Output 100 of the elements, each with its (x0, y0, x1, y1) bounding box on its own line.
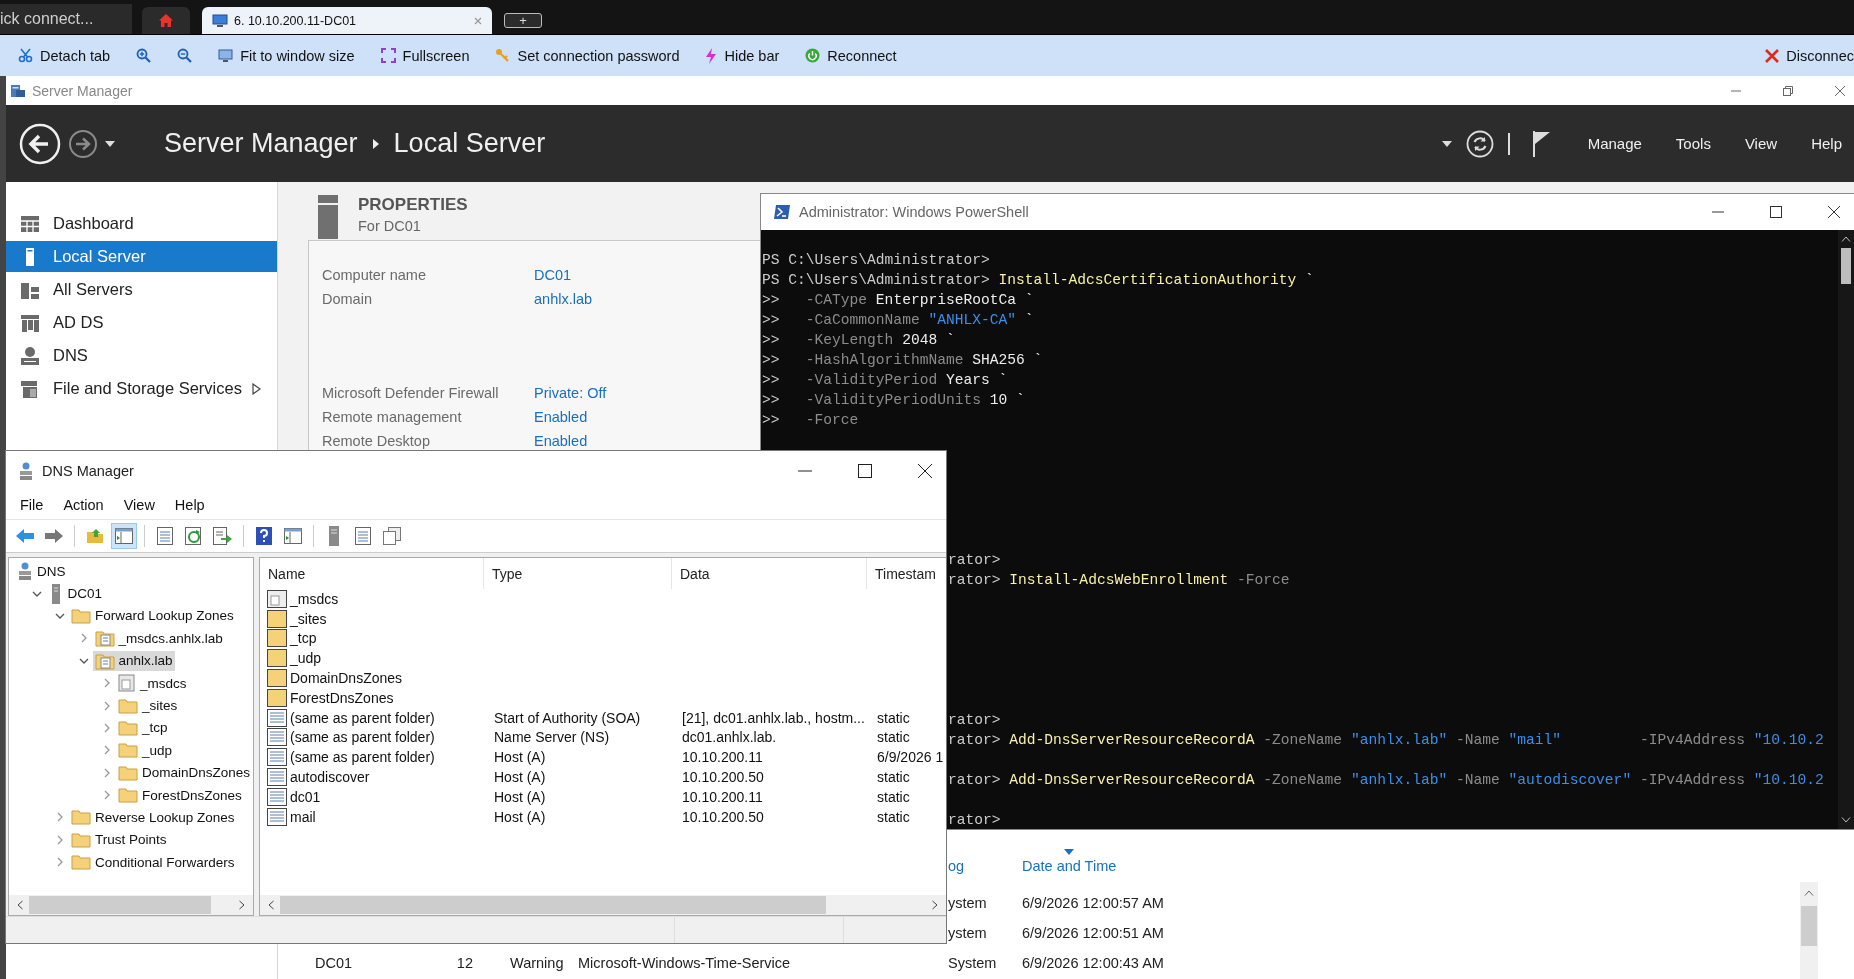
submenu-arrow-icon[interactable] (251, 382, 261, 395)
property-link[interactable]: Enabled (534, 433, 588, 449)
restore-icon[interactable] (1782, 84, 1794, 97)
nav-item[interactable]: DNS (6, 340, 277, 371)
dropdown-icon[interactable] (104, 139, 116, 148)
expand-caret-icon[interactable] (55, 812, 65, 823)
tree-item[interactable]: Forward Lookup Zones (69, 606, 236, 625)
password-button[interactable]: Set connection password (495, 47, 680, 64)
expand-caret-icon[interactable] (102, 790, 112, 801)
scroll-up-icon[interactable] (1804, 890, 1814, 896)
refresh-icon[interactable] (1465, 129, 1494, 158)
tree-item[interactable]: DNS (15, 561, 68, 582)
expand-caret-icon[interactable] (102, 678, 112, 689)
forward-button[interactable] (68, 128, 98, 159)
tree-item[interactable]: _sites (116, 696, 180, 715)
tree-item[interactable]: ForestDnsZones (116, 786, 244, 805)
list-item[interactable]: _sites (260, 609, 484, 628)
scroll-thumb[interactable] (280, 896, 826, 914)
fit-button[interactable]: Fit to window size (218, 47, 355, 64)
close-icon[interactable] (918, 464, 932, 478)
scroll-left-icon[interactable] (268, 900, 274, 910)
list-item[interactable]: (same as parent folder) (260, 728, 484, 747)
property-link[interactable]: Enabled (534, 409, 588, 425)
scroll-thumb[interactable] (1801, 906, 1817, 946)
quick-connect-field[interactable]: ick connect... (0, 4, 132, 34)
disconnect-button[interactable]: Disconnec (1765, 47, 1854, 64)
flag-icon[interactable] (1531, 129, 1552, 158)
tree-item[interactable]: _tcp (116, 718, 170, 737)
nav-item[interactable]: Local Server (6, 241, 277, 272)
menu-item[interactable]: Manage (1587, 135, 1642, 152)
list-item[interactable]: DomainDnsZones (260, 669, 484, 688)
expand-caret-icon[interactable] (102, 767, 112, 778)
list-item[interactable]: ForestDnsZones (260, 688, 484, 707)
expand-caret-icon[interactable] (102, 700, 112, 711)
tree-item[interactable]: anhlx.lab (92, 650, 175, 671)
list-item[interactable]: (same as parent folder) (260, 748, 484, 767)
hide-button[interactable]: Hide bar (705, 47, 780, 64)
column-header[interactable]: Type (484, 558, 672, 589)
list-item[interactable]: _tcp (260, 629, 484, 648)
breadcrumb-item[interactable]: Server Manager (164, 128, 358, 159)
tree-item[interactable]: Reverse Lookup Zones (69, 808, 237, 827)
expand-caret-icon[interactable] (102, 745, 112, 756)
menu-item[interactable]: View (123, 497, 155, 513)
zoom-in-button[interactable] (136, 48, 152, 63)
new-tab-button[interactable]: + (504, 13, 542, 28)
column-header[interactable]: og (948, 858, 965, 874)
expand-caret-icon[interactable] (55, 857, 65, 868)
tree-item[interactable]: DC01 (45, 582, 104, 605)
reconnect-button[interactable]: Reconnect (805, 47, 897, 64)
tree-button[interactable] (111, 523, 137, 549)
maximize-icon[interactable] (1770, 206, 1782, 218)
horizontal-scrollbar[interactable] (260, 895, 946, 915)
tree-item[interactable]: Trust Points (69, 830, 169, 849)
horizontal-scrollbar[interactable] (9, 895, 253, 915)
tree-item[interactable]: Conditional Forwarders (69, 853, 237, 872)
scroll-up-icon[interactable] (1841, 236, 1851, 242)
column-header[interactable]: Timestam (867, 558, 946, 589)
scroll-left-icon[interactable] (17, 900, 23, 910)
fullscreen-button[interactable]: Fullscreen (380, 47, 470, 64)
expand-caret-icon[interactable] (55, 834, 65, 845)
column-header[interactable]: Date and Time (1022, 849, 1117, 874)
column-header[interactable]: Name (260, 558, 484, 589)
menu-item[interactable]: Tools (1675, 135, 1711, 152)
list-item[interactable]: autodiscover (260, 768, 484, 787)
list-item[interactable]: (same as parent folder) (260, 708, 484, 727)
tree-item[interactable]: DomainDnsZones (116, 763, 253, 782)
nav-item[interactable]: AD DS (6, 307, 277, 338)
property-link[interactable]: DC01 (534, 267, 572, 283)
maximize-icon[interactable] (858, 464, 872, 478)
nav-item[interactable]: File and Storage Services (6, 373, 277, 404)
scroll-down-icon[interactable] (1841, 817, 1851, 823)
scroll-thumb[interactable] (1841, 248, 1851, 284)
home-tab[interactable] (142, 7, 190, 34)
list-item[interactable]: _msdcs (260, 589, 484, 608)
back-button[interactable] (18, 121, 62, 166)
list-item[interactable]: dc01 (260, 787, 484, 806)
nav-item[interactable]: Dashboard (6, 208, 277, 239)
list-item[interactable]: mail (260, 807, 484, 826)
dropdown-icon[interactable] (1441, 140, 1452, 147)
menu-item[interactable]: Action (63, 497, 104, 513)
session-tab[interactable]: 6. 10.10.200.11-DC01 (202, 7, 492, 34)
list-item[interactable]: _udp (260, 649, 484, 668)
scroll-right-icon[interactable] (932, 900, 938, 910)
scroll-right-icon[interactable] (239, 900, 245, 910)
expand-caret-icon[interactable] (102, 722, 112, 733)
menu-item[interactable]: Help (1811, 135, 1842, 152)
close-icon[interactable] (1828, 206, 1840, 218)
detach-button[interactable]: Detach tab (18, 47, 111, 64)
property-link[interactable]: anhlx.lab (534, 291, 593, 307)
nav-item[interactable]: All Servers (6, 274, 277, 305)
menu-item[interactable]: Help (174, 497, 205, 513)
menu-item[interactable]: View (1744, 135, 1778, 152)
column-header[interactable]: Data (672, 558, 867, 589)
menu-item[interactable]: File (20, 497, 44, 513)
tree-item[interactable]: _msdcs.anhlx.lab (92, 628, 225, 649)
tree-item[interactable]: _udp (116, 741, 175, 760)
scroll-thumb[interactable] (29, 896, 211, 914)
zoom-out-button[interactable] (177, 48, 193, 63)
tree-item[interactable]: _msdcs (116, 673, 189, 694)
property-link[interactable]: Private: Off (534, 385, 607, 401)
